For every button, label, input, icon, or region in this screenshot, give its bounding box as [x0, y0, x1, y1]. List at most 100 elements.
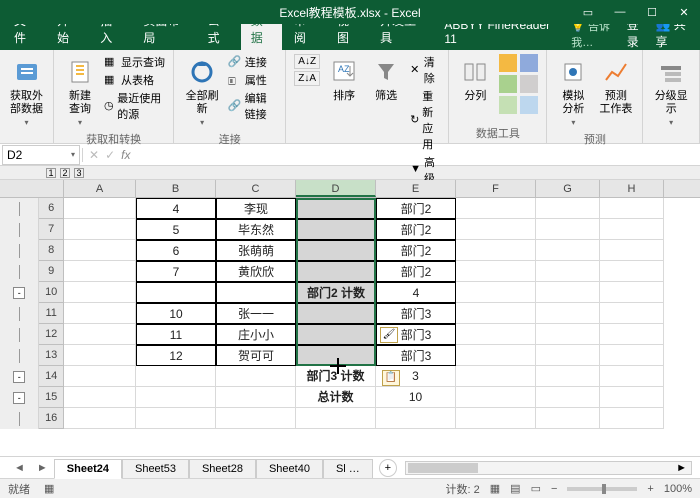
reapply-button[interactable]: ↻重新应用 [410, 88, 440, 152]
consolidate-icon[interactable] [520, 75, 538, 93]
sheet-nav-next[interactable]: ► [31, 462, 54, 474]
get-external-data-button[interactable]: 获取外 部数据▾ [8, 54, 45, 129]
text-to-columns-button[interactable]: 分列 [457, 54, 493, 105]
outline-collapse-button[interactable]: - [13, 392, 25, 404]
cell[interactable]: 部门2 [376, 219, 456, 240]
cell[interactable] [456, 261, 536, 282]
cell[interactable] [536, 303, 600, 324]
zoom-level[interactable]: 100% [664, 483, 692, 495]
view-layout-icon[interactable]: ▤ [510, 482, 520, 495]
cell[interactable] [456, 303, 536, 324]
cell[interactable] [600, 240, 664, 261]
sheet-tab[interactable]: Sl … [323, 459, 373, 478]
cell[interactable] [536, 366, 600, 387]
cell[interactable] [296, 219, 376, 240]
sort-button[interactable]: AZ 排序 [326, 54, 362, 105]
zoom-in-button[interactable]: + [647, 483, 653, 495]
row-header[interactable]: 6 [39, 198, 63, 219]
sheet-tab[interactable]: Sheet40 [256, 459, 323, 478]
cell[interactable] [64, 240, 136, 261]
cell[interactable] [456, 219, 536, 240]
cell[interactable] [216, 408, 296, 429]
outline-button[interactable]: 分级显示▾ [651, 54, 691, 129]
row-header[interactable]: 10 [39, 282, 63, 303]
filter-button[interactable]: 筛选 [368, 54, 404, 105]
outline-collapse-button[interactable]: - [13, 287, 25, 299]
ribbon-opts-icon[interactable]: ▭ [572, 0, 604, 24]
cell[interactable] [296, 324, 376, 345]
sheet-tab[interactable]: Sheet28 [189, 459, 256, 478]
cell[interactable]: 部门2 [376, 261, 456, 282]
col-header-a[interactable]: A [64, 180, 136, 197]
maximize-button[interactable]: ☐ [636, 0, 668, 24]
cell[interactable] [136, 408, 216, 429]
cell[interactable] [296, 345, 376, 366]
cell[interactable] [64, 366, 136, 387]
outline-collapse-button[interactable]: - [13, 371, 25, 383]
cell[interactable] [216, 387, 296, 408]
cell[interactable]: 11 [136, 324, 216, 345]
cell[interactable] [64, 408, 136, 429]
cell[interactable]: 6 [136, 240, 216, 261]
cell[interactable] [136, 366, 216, 387]
cell[interactable] [456, 345, 536, 366]
paste-options-button-2[interactable]: 🖌 [380, 327, 398, 343]
cell[interactable] [536, 387, 600, 408]
cell[interactable] [216, 366, 296, 387]
cell[interactable]: 部门3 [376, 303, 456, 324]
cell[interactable] [376, 408, 456, 429]
cell[interactable]: 部门3 计数 [296, 366, 376, 387]
row-header[interactable]: 15 [39, 387, 63, 408]
cell[interactable] [456, 366, 536, 387]
col-header-e[interactable]: E [376, 180, 456, 197]
cell[interactable]: 庄小小 [216, 324, 296, 345]
cell[interactable] [64, 345, 136, 366]
refresh-all-button[interactable]: 全部刷新▾ [182, 54, 222, 129]
cell[interactable]: 10 [136, 303, 216, 324]
data-valid-icon[interactable] [499, 75, 517, 93]
show-queries-button[interactable]: ▦显示查询 [104, 54, 165, 70]
cell[interactable]: 4 [136, 198, 216, 219]
cell[interactable] [456, 282, 536, 303]
col-header-d[interactable]: D [296, 180, 376, 197]
sort-az-button[interactable]: A↓Z [294, 54, 320, 69]
sort-za-button[interactable]: Z↓A [294, 71, 320, 86]
cell[interactable] [456, 387, 536, 408]
row-header[interactable]: 11 [39, 303, 63, 324]
cell[interactable] [296, 261, 376, 282]
cell[interactable] [136, 387, 216, 408]
cell[interactable]: 10 [376, 387, 456, 408]
cell[interactable] [600, 219, 664, 240]
connections-button[interactable]: 🔗连接 [228, 54, 277, 70]
cell[interactable] [536, 261, 600, 282]
spreadsheet-grid[interactable]: A B C D E F G H 64李现部门275毕东然部门286张萌萌部门29… [0, 180, 700, 456]
cell[interactable]: 12 [136, 345, 216, 366]
cell[interactable] [600, 282, 664, 303]
properties-button[interactable]: 🗉属性 [228, 72, 277, 88]
cell[interactable] [456, 324, 536, 345]
cell[interactable] [64, 219, 136, 240]
view-normal-icon[interactable]: ▦ [490, 482, 500, 495]
clear-button[interactable]: ✕清除 [410, 54, 440, 86]
cell[interactable] [600, 345, 664, 366]
cell[interactable]: 部门3 [376, 345, 456, 366]
cell[interactable] [296, 240, 376, 261]
col-header-b[interactable]: B [136, 180, 216, 197]
cell[interactable]: 黄欣欣 [216, 261, 296, 282]
name-box[interactable]: D2▾ [2, 145, 80, 165]
cell[interactable] [600, 198, 664, 219]
cell[interactable] [600, 261, 664, 282]
formula-bar[interactable]: ✕ ✓ fx [82, 148, 700, 162]
view-pagebreak-icon[interactable]: ▭ [531, 482, 541, 495]
sheet-tab[interactable]: Sheet24 [54, 459, 122, 479]
cell[interactable] [136, 282, 216, 303]
cell[interactable] [456, 408, 536, 429]
cell[interactable] [64, 198, 136, 219]
manage-model-icon[interactable] [520, 96, 538, 114]
zoom-slider[interactable] [567, 487, 637, 491]
flash-fill-icon[interactable] [499, 54, 517, 72]
remove-dup-icon[interactable] [520, 54, 538, 72]
cell[interactable]: 部门2 [376, 240, 456, 261]
recent-sources-button[interactable]: ◷最近使用的源 [104, 90, 165, 122]
new-query-button[interactable]: 新建 查询▾ [62, 54, 98, 129]
